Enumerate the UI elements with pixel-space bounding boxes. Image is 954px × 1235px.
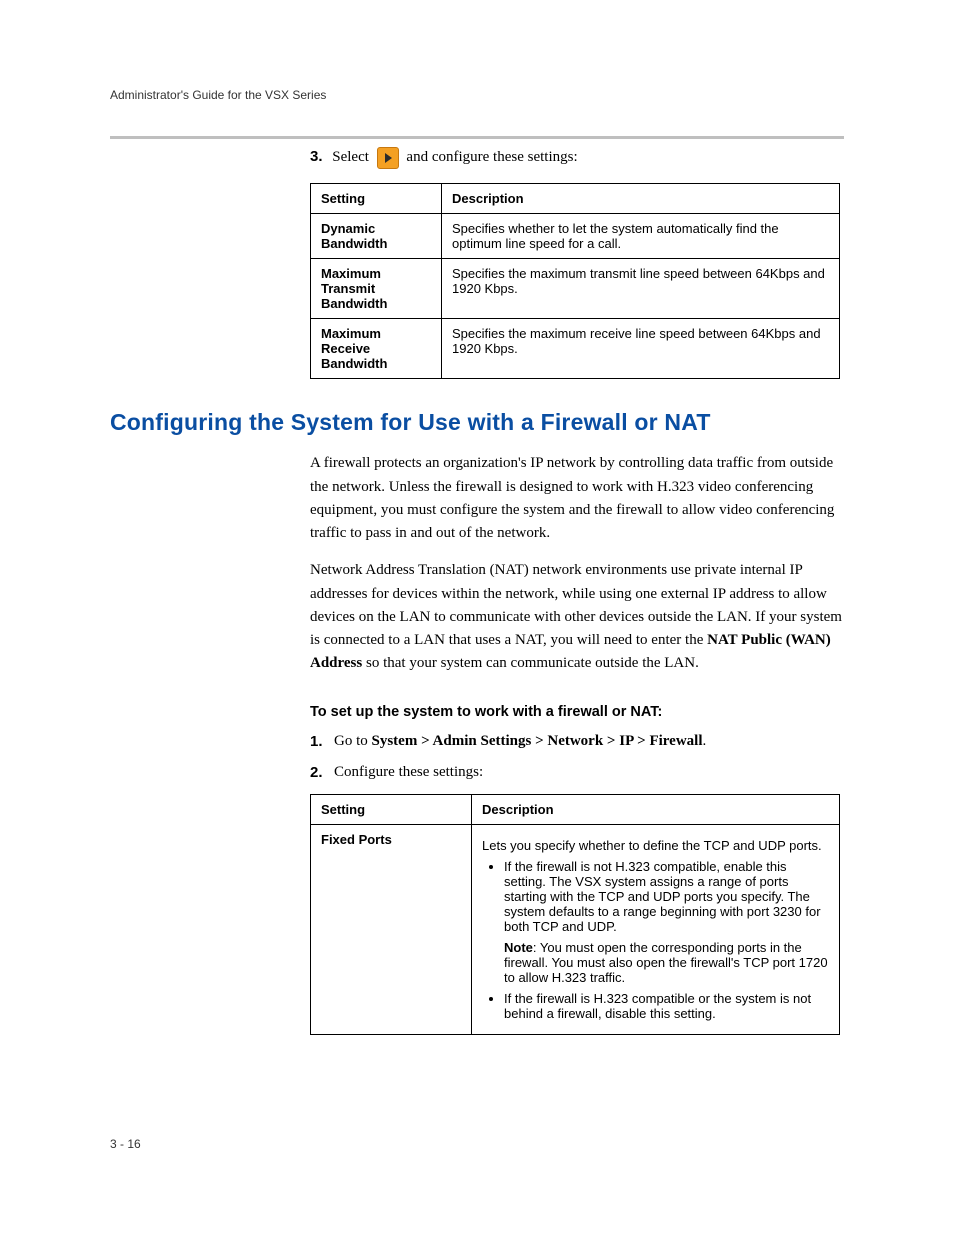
note-label: Note	[504, 940, 533, 955]
bandwidth-settings-table: Setting Description Dynamic Bandwidth Sp…	[310, 183, 840, 379]
setting-name: Maximum Receive Bandwidth	[311, 319, 442, 379]
step-text-after: and configure these settings:	[406, 149, 577, 165]
document-page: Administrator's Guide for the VSX Series…	[0, 0, 954, 1235]
setting-description: Lets you specify whether to define the T…	[472, 825, 840, 1035]
header-rule	[110, 136, 844, 139]
text: .	[703, 733, 707, 749]
table-row: Maximum Receive Bandwidth Specifies the …	[311, 319, 840, 379]
text: Lets you specify whether to define the T…	[482, 838, 829, 853]
note: Note: You must open the corresponding po…	[504, 940, 829, 985]
setting-name: Dynamic Bandwidth	[311, 214, 442, 259]
list-item: 1. Go to System > Admin Settings > Netwo…	[310, 730, 844, 753]
text: so that your system can communicate outs…	[362, 655, 699, 671]
col-header-description: Description	[472, 795, 840, 825]
table-row: Dynamic Bandwidth Specifies whether to l…	[311, 214, 840, 259]
table-row: Maximum Transmit Bandwidth Specifies the…	[311, 259, 840, 319]
page-content: 3. Select and configure these settings: …	[110, 145, 844, 1035]
paragraph: A firewall protects an organization's IP…	[310, 452, 844, 545]
step-3-line: 3. Select and configure these settings:	[310, 145, 844, 169]
table-row: Fixed Ports Lets you specify whether to …	[311, 825, 840, 1035]
setting-description: Specifies whether to let the system auto…	[442, 214, 840, 259]
section-heading: Configuring the System for Use with a Fi…	[110, 409, 844, 436]
text: Go to	[334, 733, 372, 749]
running-header: Administrator's Guide for the VSX Series	[110, 88, 844, 108]
table-header-row: Setting Description	[311, 184, 840, 214]
step-number: 1.	[310, 730, 323, 753]
list-item: If the firewall is not H.323 compatible,…	[504, 859, 829, 985]
step-number: 3.	[310, 148, 323, 165]
list-item: If the firewall is H.323 compatible or t…	[504, 991, 829, 1021]
firewall-settings-table: Setting Description Fixed Ports Lets you…	[310, 794, 840, 1035]
text: If the firewall is not H.323 compatible,…	[504, 859, 821, 934]
note-text: : You must open the corresponding ports …	[504, 940, 828, 985]
text: Configure these settings:	[334, 764, 483, 780]
col-header-setting: Setting	[311, 184, 442, 214]
procedure-steps: 1. Go to System > Admin Settings > Netwo…	[310, 730, 844, 785]
page-number: 3 - 16	[110, 1137, 141, 1151]
col-header-setting: Setting	[311, 795, 472, 825]
step-text-before: Select	[332, 149, 369, 165]
setting-description: Specifies the maximum transmit line spee…	[442, 259, 840, 319]
step-3-block: 3. Select and configure these settings: …	[310, 145, 844, 379]
table-header-row: Setting Description	[311, 795, 840, 825]
step-number: 2.	[310, 761, 323, 784]
col-header-description: Description	[442, 184, 840, 214]
bullet-list: If the firewall is not H.323 compatible,…	[482, 859, 829, 1021]
paragraph: Network Address Translation (NAT) networ…	[310, 559, 844, 675]
bold-text: System > Admin Settings > Network > IP >…	[372, 733, 703, 749]
setting-description: Specifies the maximum receive line speed…	[442, 319, 840, 379]
procedure-title: To set up the system to work with a fire…	[310, 704, 844, 720]
section-body: A firewall protects an organization's IP…	[310, 452, 844, 1035]
setting-name: Maximum Transmit Bandwidth	[311, 259, 442, 319]
arrow-right-icon	[377, 147, 399, 169]
list-item: 2. Configure these settings:	[310, 761, 844, 784]
setting-name: Fixed Ports	[311, 825, 472, 1035]
